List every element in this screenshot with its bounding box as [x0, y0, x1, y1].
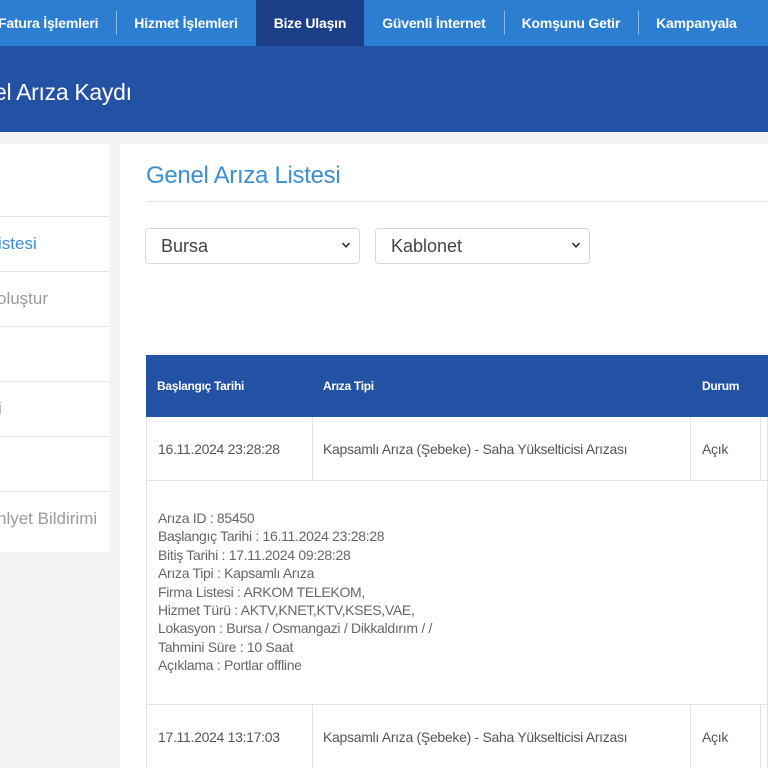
chevron-down-icon [571, 242, 581, 248]
sidebar-item-ariza-olustur[interactable]: oluştur [0, 271, 109, 326]
row-start-date: 16.11.2024 23:28:28 [158, 440, 280, 457]
row-start-date: 17.11.2024 13:17:03 [158, 728, 280, 745]
table-row[interactable]: 16.11.2024 23:28:28 Kapsamlı Arıza (Şebe… [146, 417, 768, 481]
detail-fault-type: Arıza Tipi : Kapsamlı Arıza [158, 565, 315, 582]
detail-fault-id: Arıza ID : 85450 [158, 510, 255, 526]
detail-estimated-duration: Tahmini Süre : 10 Saat [158, 638, 294, 655]
sidebar-item-0[interactable] [0, 161, 109, 216]
row-status: Açık [702, 728, 729, 745]
detail-service-type: Hizmet Türü : AKTV,KNET,KTV,KSES,VAE, [158, 602, 415, 619]
provider-select[interactable]: Kablonet [375, 228, 590, 264]
sidebar-item-3[interactable] [0, 326, 109, 381]
sidebar-item-label: istesi [0, 234, 37, 253]
nav-item-hizmet-islemleri[interactable]: Hizmet İşlemleri [116, 0, 255, 46]
city-select[interactable]: Bursa [145, 228, 360, 264]
table-row[interactable]: 17.11.2024 13:17:03 Kapsamlı Arıza (Şebe… [146, 705, 768, 768]
sidebar-item-label: i [0, 399, 2, 419]
detail-company-list: Firma Listesi : ARKOM TELEKOM, [158, 583, 366, 600]
column-divider [760, 705, 761, 768]
sidebar-item-ariza-listesi[interactable]: istesi [0, 216, 109, 271]
fault-details-panel: Arıza ID : 85450 Başlangıç Tarihi : 16.1… [146, 481, 768, 705]
sidebar-menu: istesi oluştur i nlyet Bildirimi [0, 144, 109, 552]
fault-table: Başlangıç Tarihi Arıza Tipi Durum 16.11.… [146, 355, 768, 768]
column-header-fault-type[interactable]: Arıza Tipi [323, 355, 374, 417]
column-divider [312, 705, 313, 768]
column-divider [690, 417, 691, 480]
table-header: Başlangıç Tarihi Arıza Tipi Durum [146, 355, 768, 417]
banner-title: el Arıza Kaydı [0, 79, 132, 105]
provider-select-value: Kablonet [391, 235, 463, 256]
column-header-status[interactable]: Durum [702, 355, 739, 417]
title-divider [146, 201, 768, 202]
detail-end-date: Bitiş Tarihi : 17.11.2024 09:28:28 [158, 546, 351, 563]
sidebar-item-bildirim[interactable]: nlyet Bildirimi [0, 491, 109, 546]
row-fault-type: Kapsamlı Arıza (Şebeke) - Saha Yükseltic… [323, 440, 628, 457]
column-divider [312, 417, 313, 480]
sidebar-item-label: nlyet Bildirimi [0, 509, 98, 528]
sidebar-item-label: oluştur [0, 289, 49, 308]
detail-start-date: Başlangıç Tarihi : 16.11.2024 23:28:28 [158, 528, 385, 545]
detail-description: Açıklama : Portlar offline [158, 657, 302, 674]
page-title: Genel Arıza Listesi [146, 162, 341, 189]
column-divider [690, 705, 691, 768]
row-fault-type: Kapsamlı Arıza (Şebeke) - Saha Yükseltic… [323, 728, 628, 745]
page-banner: el Arıza Kaydı [0, 46, 768, 132]
nav-item-fatura-islemleri[interactable]: Fatura İşlemleri [0, 0, 116, 46]
nav-item-komsunu-getir[interactable]: Komşunu Getir [503, 0, 639, 46]
city-select-value: Bursa [161, 235, 209, 256]
column-header-start-date[interactable]: Başlangıç Tarihi [157, 355, 244, 417]
detail-location: Lokasyon : Bursa / Osmangazi / Dikkaldır… [158, 620, 433, 637]
sidebar-item-4[interactable]: i [0, 381, 109, 436]
row-status: Açık [702, 440, 729, 457]
chevron-down-icon [341, 242, 351, 248]
sidebar-item-5[interactable] [0, 436, 109, 491]
nav-item-guvenli-internet[interactable]: Güvenli İnternet [364, 0, 503, 46]
nav-item-kampanyalar[interactable]: Kampanyala [638, 0, 754, 46]
nav-item-bize-ulasin[interactable]: Bize Ulaşın [255, 0, 365, 46]
top-navigation: Fatura İşlemleri Hizmet İşlemleri Bize U… [0, 0, 768, 46]
column-divider [760, 417, 761, 480]
